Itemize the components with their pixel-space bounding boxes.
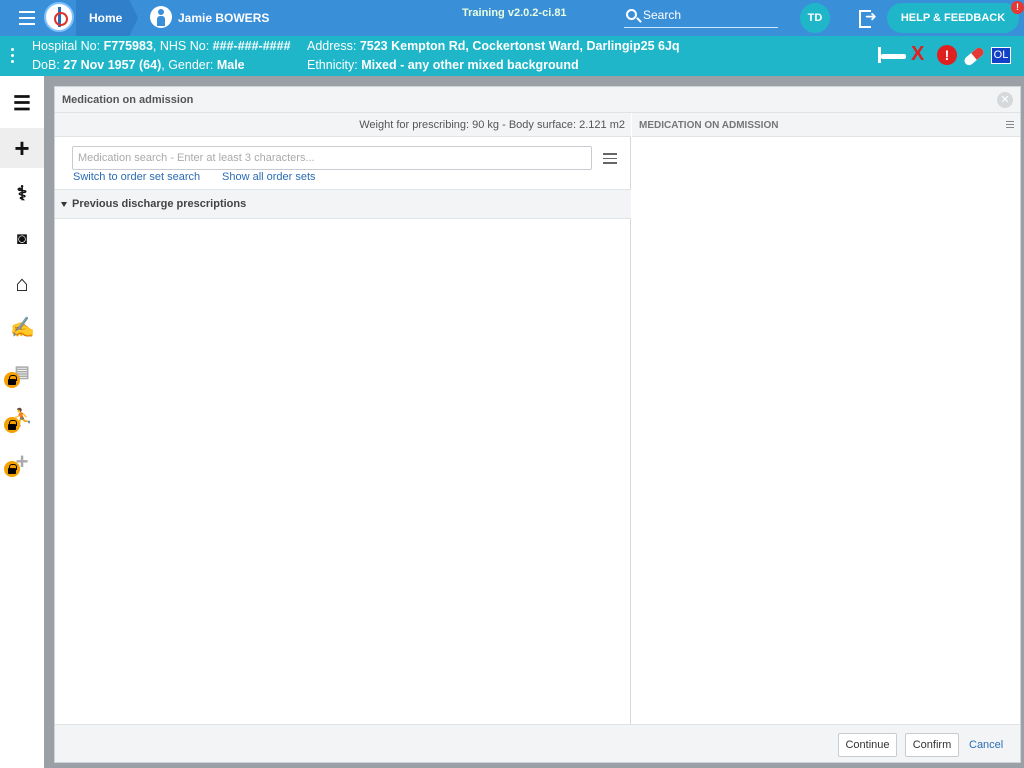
sidebar-item-camera[interactable]: ◙ <box>0 219 44 259</box>
sidebar-item-list[interactable]: ☰ <box>0 84 44 124</box>
switch-order-set-link[interactable]: Switch to order set search <box>73 171 200 183</box>
sidebar-item-clipboard[interactable]: ▤ <box>0 353 44 393</box>
gender: Male <box>216 58 245 72</box>
sidebar-item-home[interactable]: ⌂ <box>0 264 44 304</box>
lock-icon <box>4 372 20 388</box>
section-title: Previous discharge prescriptions <box>72 198 247 210</box>
hamburger-list-icon[interactable] <box>603 153 617 164</box>
search-icon <box>626 9 637 20</box>
ol-badge[interactable]: OL <box>991 47 1011 64</box>
previous-discharge-section[interactable]: Previous discharge prescriptions <box>55 189 631 219</box>
dob-label: DoB: <box>32 58 64 72</box>
banner-ethnicity: Ethnicity: Mixed - any other mixed backg… <box>307 58 579 72</box>
sidebar-item-add[interactable]: + <box>0 128 44 168</box>
home-icon: ⌂ <box>15 271 29 296</box>
plus-icon: + <box>14 133 30 163</box>
caret-down-icon <box>61 202 67 207</box>
modal-footer: Continue Confirm Cancel <box>55 724 1020 762</box>
warning-icon[interactable]: ! <box>937 45 957 65</box>
patient-name[interactable]: Jamie BOWERS <box>178 11 269 25</box>
address: 7523 Kempton Rd, Cockertonst Ward, Darli… <box>359 39 680 53</box>
show-all-order-sets-link[interactable]: Show all order sets <box>222 171 316 183</box>
cancel-button[interactable]: Cancel <box>969 739 1003 751</box>
stethoscope-icon: ⚕ <box>16 183 28 205</box>
signature-icon: ✍ <box>10 317 35 339</box>
left-sidebar: ☰ + ⚕ ◙ ⌂ ✍ ▤ ⛹ + <box>0 76 44 768</box>
lock-icon <box>4 417 20 433</box>
list-icon: ☰ <box>13 93 31 115</box>
patient-banner: Hospital No: F775983, NHS No: ###-###-##… <box>0 36 1024 76</box>
search-pane: Weight for prescribing: 90 kg - Body sur… <box>55 113 631 724</box>
help-notification-badge: ! <box>1011 1 1024 14</box>
nhs-no: ###-###-#### <box>212 39 291 53</box>
banner-ids: Hospital No: F775983, NHS No: ###-###-##… <box>32 39 291 53</box>
version-label: Training v2.0.2-ci.81 <box>462 7 567 19</box>
pane-menu-icon[interactable] <box>1006 121 1014 129</box>
sidebar-item-sign[interactable]: ✍ <box>0 308 44 348</box>
modal-header: Medication on admission ✕ <box>55 87 1020 113</box>
help-feedback-button[interactable]: HELP & FEEDBACK <box>887 3 1019 33</box>
banner-demographics: DoB: 27 Nov 1957 (64), Gender: Male <box>32 58 245 72</box>
bed-icon[interactable] <box>878 47 906 63</box>
gender-label: , Gender: <box>161 58 217 72</box>
confirm-button[interactable]: Confirm <box>905 733 959 757</box>
logout-icon[interactable] <box>859 8 877 28</box>
sidebar-item-add-locked[interactable]: + <box>0 442 44 482</box>
breadcrumb-home[interactable]: Home <box>76 0 138 36</box>
sidebar-item-clinical[interactable]: ⚕ <box>0 174 44 214</box>
app-logo[interactable] <box>44 2 74 32</box>
more-options-icon[interactable] <box>11 48 15 64</box>
nhs-no-label: , NHS No: <box>152 39 213 53</box>
global-search[interactable]: Search <box>624 6 778 28</box>
hospital-no: F775983 <box>103 39 153 53</box>
lock-icon <box>4 461 20 477</box>
sidebar-item-mobility[interactable]: ⛹ <box>0 398 44 438</box>
medication-modal: Medication on admission ✕ Weight for pre… <box>54 86 1021 763</box>
banner-address: Address: 7523 Kempton Rd, Cockertonst Wa… <box>307 39 680 53</box>
address-label: Address: <box>307 39 360 53</box>
ethnicity: Mixed - any other mixed background <box>361 58 579 72</box>
close-icon[interactable]: ✕ <box>997 92 1013 108</box>
menu-icon[interactable] <box>19 11 35 25</box>
weight-text: Weight for prescribing: 90 kg - Body sur… <box>359 119 625 131</box>
admission-list-pane: MEDICATION ON ADMISSION <box>632 113 1020 724</box>
modal-title: Medication on admission <box>62 94 194 106</box>
top-bar: Home Jamie BOWERS Training v2.0.2-ci.81 … <box>0 0 1024 36</box>
camera-icon: ◙ <box>16 229 28 248</box>
user-avatar[interactable]: TD <box>800 3 830 33</box>
home-label: Home <box>89 11 123 25</box>
alert-x-icon[interactable]: X <box>911 43 924 66</box>
search-label: Search <box>643 8 682 22</box>
patient-icon <box>150 6 172 28</box>
dob: 27 Nov 1957 (64) <box>63 58 162 72</box>
medication-search-input[interactable] <box>72 146 592 170</box>
weight-bar: Weight for prescribing: 90 kg - Body sur… <box>55 113 631 137</box>
hospital-no-label: Hospital No: <box>32 39 104 53</box>
continue-button[interactable]: Continue <box>838 733 897 757</box>
ethnicity-label: Ethnicity: <box>307 58 362 72</box>
right-pane-header: MEDICATION ON ADMISSION <box>632 113 1020 137</box>
right-pane-title: MEDICATION ON ADMISSION <box>639 120 779 131</box>
